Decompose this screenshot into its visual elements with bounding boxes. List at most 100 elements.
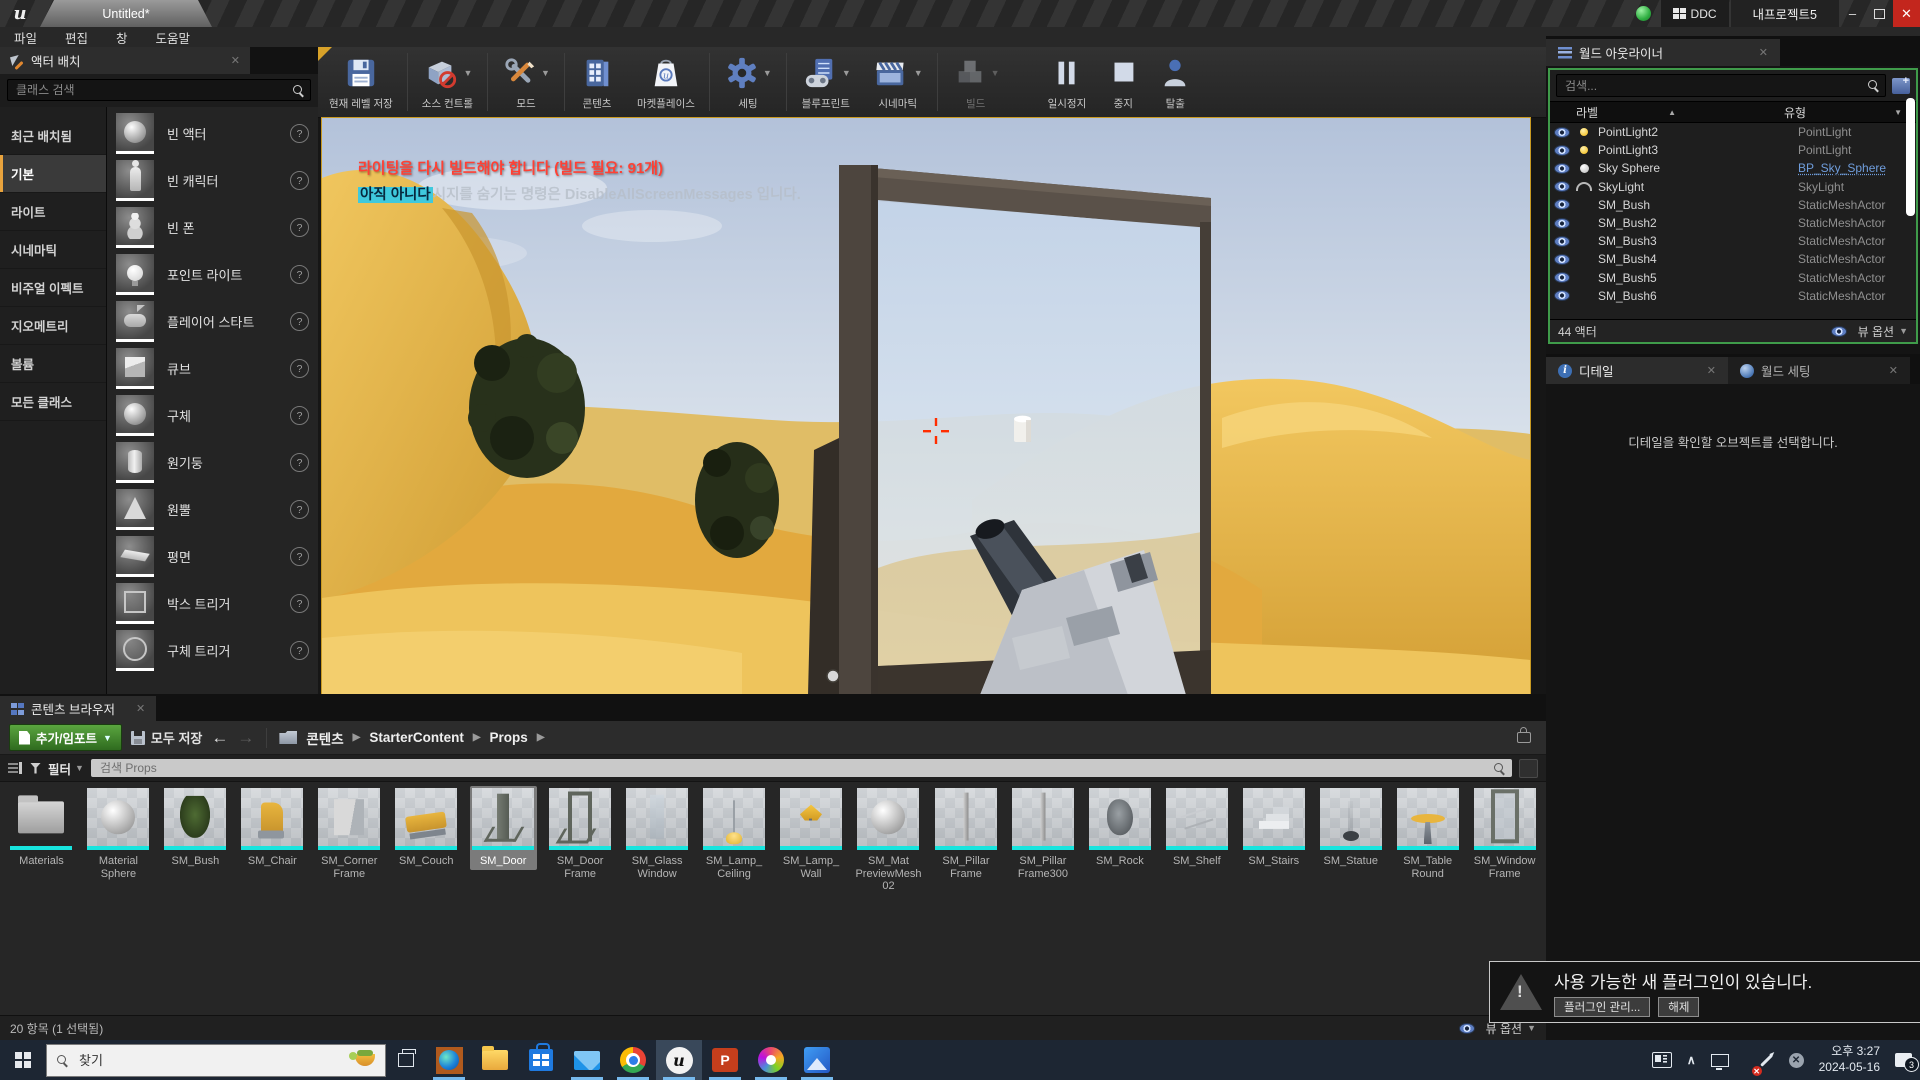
- level-tab[interactable]: Untitled*: [40, 0, 212, 27]
- placeable-actor[interactable]: 포인트 라이트 ?: [107, 251, 318, 298]
- outliner-search-input[interactable]: [1563, 78, 1868, 94]
- outliner-row[interactable]: PointLight3 PointLight: [1550, 141, 1916, 159]
- sources-panel-icon[interactable]: [8, 762, 23, 774]
- actor-category[interactable]: 모든 클래스: [0, 383, 106, 421]
- placeable-actor[interactable]: 큐브 ?: [107, 345, 318, 392]
- asset-tile[interactable]: SM_Shelf: [1163, 786, 1230, 870]
- visibility-eye-icon[interactable]: [1554, 254, 1570, 265]
- start-button[interactable]: [0, 1040, 46, 1080]
- asset-tile[interactable]: SM_Bush: [162, 786, 229, 870]
- cinematics-button[interactable]: ▼ 시네마틱: [862, 47, 934, 117]
- outliner-row[interactable]: SM_Bush3 StaticMeshActor: [1550, 232, 1916, 250]
- breadcrumb-item[interactable]: Props: [490, 730, 528, 745]
- modes-button[interactable]: ▼ 모드: [491, 47, 561, 117]
- menu-item[interactable]: 파일: [14, 28, 37, 47]
- add-actor-icon[interactable]: [1892, 78, 1910, 94]
- asset-tile[interactable]: SM_Pillar Frame300: [1009, 786, 1076, 882]
- manage-plugins-button[interactable]: 플러그인 관리...: [1554, 997, 1650, 1017]
- details-tab[interactable]: i 디테일 ✕: [1546, 357, 1728, 384]
- taskbar-app-unreal[interactable]: u: [656, 1040, 702, 1080]
- taskbar-app-paint3d[interactable]: [748, 1040, 794, 1080]
- class-search-input[interactable]: [14, 82, 293, 98]
- taskbar-clock[interactable]: 오후 3:27 2024-05-16: [1819, 1044, 1880, 1075]
- placeable-actor[interactable]: 플레이어 스타트 ?: [107, 298, 318, 345]
- asset-tile[interactable]: SM_Couch: [393, 786, 460, 870]
- taskbar-app-photos[interactable]: [794, 1040, 840, 1080]
- source-control-button[interactable]: ▼ 소스 컨트롤: [411, 47, 484, 117]
- world-outliner-tab[interactable]: 월드 아웃라이너 ✕: [1546, 39, 1780, 66]
- asset-tile[interactable]: SM_Pillar Frame: [932, 786, 999, 882]
- outliner-view-options[interactable]: 뷰 옵션▼: [1827, 323, 1908, 340]
- outliner-row[interactable]: SkyLight SkyLight: [1550, 178, 1916, 196]
- taskbar-app-powerpoint[interactable]: P: [702, 1040, 748, 1080]
- asset-tile[interactable]: SM_Window Frame: [1471, 786, 1538, 882]
- outliner-row[interactable]: SM_Bush4 StaticMeshActor: [1550, 250, 1916, 268]
- outliner-row[interactable]: SM_Bush5 StaticMeshActor: [1550, 269, 1916, 287]
- placeable-actor[interactable]: 빈 폰 ?: [107, 204, 318, 251]
- visibility-eye-icon[interactable]: [1554, 272, 1570, 283]
- visibility-eye-icon[interactable]: [1554, 163, 1570, 174]
- minimize-button[interactable]: –: [1839, 0, 1866, 27]
- task-view-button[interactable]: [386, 1040, 426, 1080]
- menu-item[interactable]: 도움말: [156, 28, 191, 47]
- taskbar-app-edge[interactable]: [426, 1040, 472, 1080]
- marketplace-button[interactable]: u 마켓플레이스: [626, 47, 706, 117]
- visibility-eye-icon[interactable]: [1554, 145, 1570, 156]
- close-tab-icon[interactable]: ✕: [231, 54, 240, 67]
- actor-category[interactable]: 최근 배치됨: [0, 117, 106, 155]
- eject-button[interactable]: 탈출: [1149, 47, 1201, 117]
- maximize-button[interactable]: [1866, 0, 1893, 27]
- taskbar-app-store[interactable]: [518, 1040, 564, 1080]
- add-import-button[interactable]: 추가/임포트▼: [9, 724, 122, 751]
- outliner-row[interactable]: Sky Sphere BP_Sky_Sphere: [1550, 159, 1916, 177]
- placeable-actor[interactable]: 구체 트리거 ?: [107, 627, 318, 674]
- asset-tile[interactable]: SM_Glass Window: [624, 786, 691, 882]
- close-tab-icon[interactable]: ✕: [1707, 364, 1716, 377]
- visibility-eye-icon[interactable]: [1554, 181, 1570, 192]
- taskbar-search-input[interactable]: [77, 1052, 346, 1069]
- asset-search-input[interactable]: [98, 760, 1494, 776]
- outliner-scrollbar[interactable]: [1906, 98, 1915, 216]
- visibility-eye-icon[interactable]: [1554, 199, 1570, 210]
- asset-tile[interactable]: SM_Table Round: [1394, 786, 1461, 882]
- visibility-eye-icon[interactable]: [1554, 218, 1570, 229]
- filters-button[interactable]: 필터▼: [48, 759, 84, 778]
- lock-icon[interactable]: [1517, 732, 1531, 743]
- placeable-actor[interactable]: 원뿔 ?: [107, 486, 318, 533]
- outliner-row[interactable]: SM_Bush StaticMeshActor: [1550, 196, 1916, 214]
- asset-tile[interactable]: Material Sphere: [85, 786, 152, 882]
- asset-tile[interactable]: SM_Corner Frame: [316, 786, 383, 882]
- menu-item[interactable]: 편집: [65, 28, 88, 47]
- notification-center-icon[interactable]: [1895, 1053, 1912, 1067]
- close-button[interactable]: ✕: [1893, 0, 1920, 27]
- asset-tile[interactable]: SM_Door Frame: [547, 786, 614, 882]
- outliner-row[interactable]: SM_Bush2 StaticMeshActor: [1550, 214, 1916, 232]
- outliner-header[interactable]: 라벨▲ 유형▼: [1550, 101, 1916, 123]
- widgets-icon[interactable]: [1652, 1052, 1672, 1068]
- placeable-actor[interactable]: 빈 캐릭터 ?: [107, 157, 318, 204]
- actor-category[interactable]: 시네마틱: [0, 231, 106, 269]
- network-icon[interactable]: [1711, 1054, 1729, 1067]
- world-settings-tab[interactable]: 월드 세팅 ✕: [1728, 357, 1910, 384]
- build-button[interactable]: ▼ 빌드: [941, 47, 1011, 117]
- asset-tile[interactable]: SM_Chair: [239, 786, 306, 870]
- content-browser-tab[interactable]: 콘텐츠 브라우저 ✕: [0, 696, 156, 721]
- pen-icon[interactable]: [1760, 1054, 1773, 1067]
- asset-tile[interactable]: SM_Door: [470, 786, 537, 870]
- ddc-indicator[interactable]: DDC: [1661, 0, 1729, 27]
- actor-category[interactable]: 지오메트리: [0, 307, 106, 345]
- level-viewport[interactable]: 라이팅을 다시 빌드해야 합니다 (빌드 필요: 91개) 아직 아니다시지를 …: [321, 117, 1531, 696]
- place-actors-tab[interactable]: 액터 배치 ✕: [0, 47, 250, 74]
- save-all-button[interactable]: 모두 저장: [131, 728, 202, 747]
- placeable-actor[interactable]: 구체 ?: [107, 392, 318, 439]
- actor-category[interactable]: 라이트: [0, 193, 106, 231]
- asset-tile[interactable]: SM_Mat PreviewMesh 02: [854, 786, 922, 895]
- stop-button[interactable]: 중지: [1097, 47, 1149, 117]
- outliner-row[interactable]: SM_Bush6 StaticMeshActor: [1550, 287, 1916, 305]
- save-search-icon[interactable]: [1519, 759, 1538, 778]
- actor-category[interactable]: 비주얼 이펙트: [0, 269, 106, 307]
- taskbar-app-chrome[interactable]: [610, 1040, 656, 1080]
- breadcrumb-item[interactable]: StarterContent: [369, 730, 464, 745]
- visibility-eye-icon[interactable]: [1554, 127, 1570, 138]
- visibility-eye-icon[interactable]: [1554, 290, 1570, 301]
